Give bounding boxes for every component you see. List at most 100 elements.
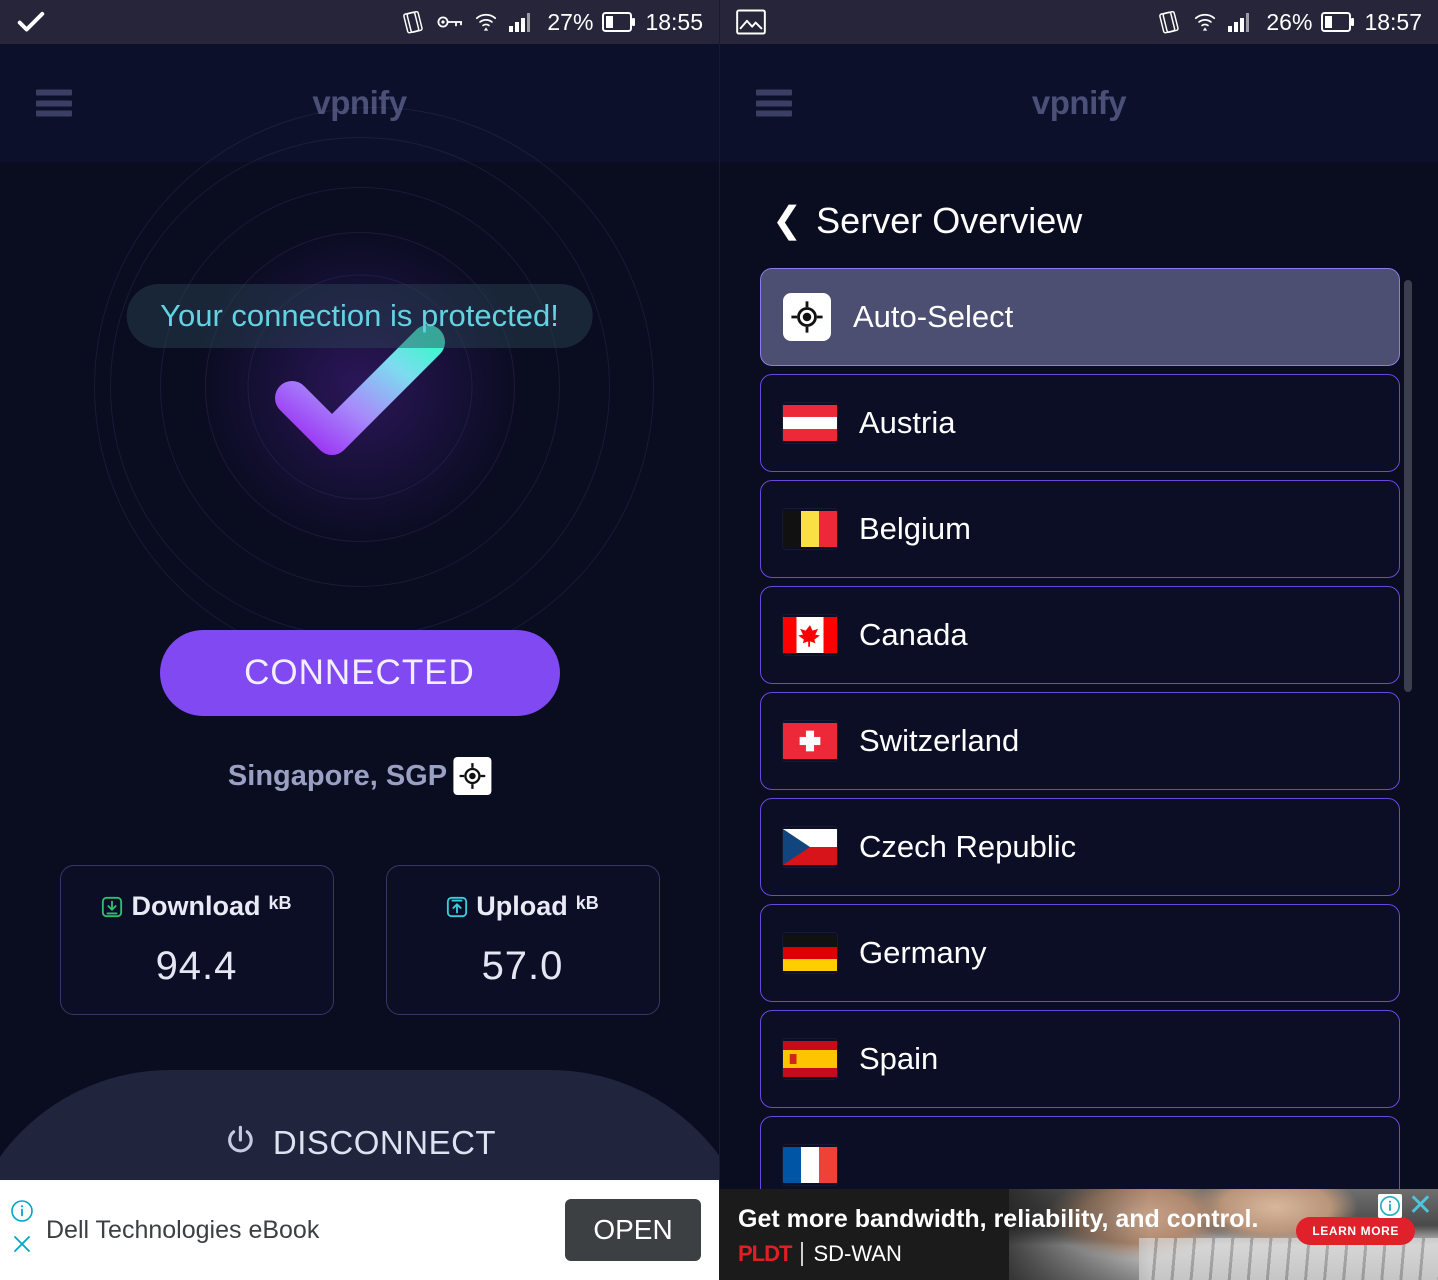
flag-switzerland [783, 721, 837, 761]
download-stat-header: Download kB [101, 891, 292, 922]
server-item-switzerland[interactable]: Switzerland [760, 692, 1400, 790]
right-phone-panel: 26% 18:57 vpnify ❮ Server Overview Auto-… [719, 0, 1438, 1280]
download-arrow-icon [101, 896, 123, 918]
left-status-left [16, 7, 46, 37]
right-status-bar: 26% 18:57 [720, 0, 1438, 44]
upload-stat-header: Upload kB [446, 891, 599, 922]
flag-spain [783, 1039, 837, 1079]
upload-stat-value: 57.0 [481, 944, 564, 988]
right-ad-controls: ✕ [1377, 1191, 1433, 1221]
server-overview-header: ❮ Server Overview [720, 162, 1438, 242]
left-battery-percent: 27% [547, 8, 594, 35]
connect-status-button[interactable]: CONNECTED [159, 630, 560, 716]
left-status-bar: 27% 18:55 [0, 0, 719, 44]
server-list-scrollbar[interactable] [1404, 280, 1412, 692]
right-main-content: ❮ Server Overview Auto-Select Austria Be… [720, 162, 1438, 1280]
flag-canada [783, 615, 837, 655]
server-item-label: Belgium [859, 511, 971, 546]
flag-belgium [783, 509, 837, 549]
right-ad-product: SD-WAN [813, 1241, 902, 1266]
hamburger-menu-icon[interactable] [756, 89, 792, 117]
server-item-austria[interactable]: Austria [760, 374, 1400, 472]
battery-icon [602, 12, 636, 32]
server-list: Auto-Select Austria Belgium Canada Switz… [720, 268, 1438, 1214]
upload-stat-name: Upload [476, 891, 568, 921]
server-item-label: Auto-Select [853, 299, 1014, 334]
app-brand-title: vpnify [1031, 84, 1127, 121]
right-ad-brand: PLDT [738, 1241, 792, 1266]
server-item-label: Canada [859, 617, 968, 652]
wifi-icon [1195, 13, 1216, 31]
signal-icon [1228, 13, 1250, 32]
check-icon [17, 11, 45, 32]
server-item-label: Czech Republic [859, 829, 1077, 864]
left-status-right: 27% 18:55 [400, 9, 703, 36]
left-ad-banner[interactable]: Dell Technologies eBook OPEN [0, 1180, 719, 1280]
upload-stat-card: Upload kB 57.0 [385, 865, 660, 1015]
left-app-header: vpnify [0, 44, 719, 162]
disconnect-button-inner: DISCONNECT [223, 1123, 496, 1162]
server-item-label: Switzerland [859, 723, 1020, 758]
power-icon [223, 1123, 257, 1162]
current-location-row[interactable]: Singapore, SGP [227, 757, 492, 795]
upload-arrow-icon [446, 896, 468, 918]
connection-status-pill: Your connection is protected! [126, 284, 593, 348]
page-title: Server Overview [816, 200, 1083, 241]
right-ad-cta-button[interactable]: LEARN MORE [1296, 1217, 1415, 1245]
server-item-label: Austria [859, 405, 956, 440]
screenshot-root: 27% 18:55 vpnify Your connection is prot… [0, 0, 1438, 1280]
flag-austria [783, 403, 837, 443]
server-item-auto-select[interactable]: Auto-Select [760, 268, 1400, 366]
right-clock: 18:57 [1364, 8, 1422, 35]
left-phone-panel: 27% 18:55 vpnify Your connection is prot… [0, 0, 719, 1280]
left-ad-open-button[interactable]: OPEN [565, 1199, 701, 1261]
auto-select-icon [783, 293, 831, 341]
right-app-header: vpnify [720, 44, 1438, 162]
screen-rotation-icon [1159, 10, 1180, 33]
screen-rotation-icon [403, 10, 424, 33]
right-ad-divider [801, 1242, 804, 1266]
ripple-rings [0, 107, 719, 822]
crosshair-location-icon[interactable] [453, 757, 492, 795]
close-icon[interactable]: ✕ [1408, 1191, 1433, 1221]
download-stat-unit: kB [268, 893, 292, 913]
flag-czech [783, 827, 837, 867]
battery-icon [1321, 12, 1355, 32]
server-item-belgium[interactable]: Belgium [760, 480, 1400, 578]
right-ad-subrow: PLDT SD-WAN [738, 1241, 902, 1267]
left-main-content: Your connection is protected! CONNECTED … [0, 107, 719, 1280]
server-item-label: Spain [859, 1041, 939, 1076]
download-stat-value: 94.4 [155, 944, 238, 988]
right-status-right: 26% 18:57 [1156, 9, 1422, 36]
right-battery-percent: 26% [1266, 8, 1313, 35]
download-stat-card: Download kB 94.4 [59, 865, 334, 1015]
server-item-germany[interactable]: Germany [760, 904, 1400, 1002]
right-ad-banner[interactable]: Get more bandwidth, reliability, and con… [720, 1189, 1438, 1280]
wifi-icon [476, 13, 497, 31]
download-stat-name: Download [131, 891, 261, 921]
right-status-left [736, 9, 766, 35]
app-brand-title: vpnify [312, 84, 407, 121]
info-icon[interactable] [1377, 1194, 1402, 1218]
flag-germany [783, 933, 837, 973]
info-icon[interactable] [10, 1199, 34, 1228]
server-item-czech-republic[interactable]: Czech Republic [760, 798, 1400, 896]
flag-france [783, 1145, 837, 1185]
server-item-label: Germany [859, 935, 987, 970]
hamburger-menu-icon[interactable] [36, 89, 72, 117]
signal-icon [509, 13, 531, 32]
vpn-key-icon [437, 16, 463, 28]
chevron-left-icon[interactable]: ❮ [772, 201, 802, 238]
left-ad-icons [2, 1199, 42, 1261]
left-ad-text: Dell Technologies eBook [46, 1215, 320, 1244]
right-ad-headline: Get more bandwidth, reliability, and con… [738, 1205, 1259, 1233]
image-icon [736, 9, 766, 35]
traffic-stats: Download kB 94.4 Upload kB 57.0 [0, 865, 719, 1015]
server-item-spain[interactable]: Spain [760, 1010, 1400, 1108]
close-icon[interactable] [10, 1232, 34, 1261]
left-clock: 18:55 [645, 8, 703, 35]
upload-stat-unit: kB [575, 893, 599, 913]
current-location-label: Singapore, SGP [227, 759, 448, 792]
disconnect-label: DISCONNECT [272, 1123, 497, 1161]
server-item-canada[interactable]: Canada [760, 586, 1400, 684]
